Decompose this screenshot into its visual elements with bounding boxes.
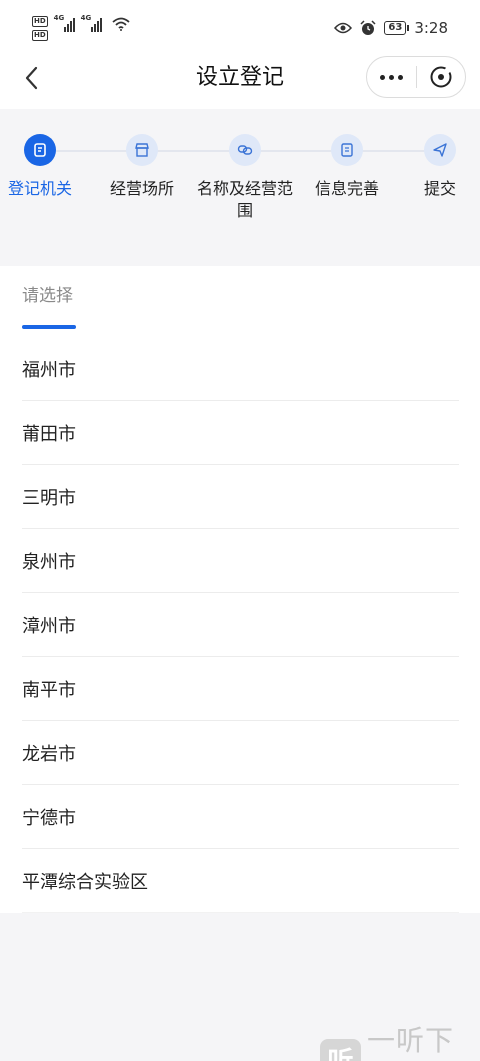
step-icon-circle xyxy=(331,134,363,166)
tab-active-indicator xyxy=(22,325,76,329)
step-icon-circle xyxy=(229,134,261,166)
step-label: 经营场所 xyxy=(109,179,174,198)
watermark: 听 一听下载 xyxy=(320,1019,480,1061)
hd-badge: HD xyxy=(32,30,48,41)
signal-icon: 4G xyxy=(81,14,102,32)
edit-document-icon xyxy=(341,143,353,157)
progress-steps: 登记机关 经营场所 名称及经营范围 信息完善 提交 xyxy=(0,110,480,266)
city-option[interactable]: 南平市 xyxy=(22,657,459,721)
step-icon-circle xyxy=(424,134,456,166)
city-option[interactable]: 漳州市 xyxy=(22,593,459,657)
status-bar: HD HD 4G 4G 63 3:28 xyxy=(0,0,480,56)
status-bar-right: 63 3:28 xyxy=(334,19,448,37)
step-label: 提交 xyxy=(423,179,456,198)
document-icon xyxy=(34,143,46,157)
step-label: 信息完善 xyxy=(314,179,379,198)
mini-program-capsule xyxy=(366,56,466,98)
city-option[interactable]: 福州市 xyxy=(22,337,459,401)
step-icon-circle xyxy=(126,134,158,166)
wifi-icon xyxy=(112,17,130,31)
clock: 3:28 xyxy=(414,19,448,37)
city-option[interactable]: 龙岩市 xyxy=(22,721,459,785)
city-selector-panel: 请选择 福州市 莆田市 三明市 泉州市 漳州市 南平市 龙岩市 宁德市 平潭综合… xyxy=(0,266,480,913)
city-option[interactable]: 莆田市 xyxy=(22,401,459,465)
link-icon xyxy=(237,145,253,155)
city-option[interactable]: 泉州市 xyxy=(22,529,459,593)
more-icon-dot xyxy=(380,74,385,80)
city-option[interactable]: 三明市 xyxy=(22,465,459,529)
step-info-completion[interactable]: 信息完善 xyxy=(297,134,397,200)
more-icon-dot xyxy=(389,74,394,80)
step-business-premises[interactable]: 经营场所 xyxy=(92,134,192,200)
shop-icon xyxy=(135,143,149,157)
signal-icon: 4G xyxy=(54,14,75,32)
alarm-icon xyxy=(360,20,376,35)
city-list: 福州市 莆田市 三明市 泉州市 漳州市 南平市 龙岩市 宁德市 平潭综合实验区 xyxy=(22,337,459,913)
close-button[interactable] xyxy=(417,56,465,98)
step-submit[interactable]: 提交 xyxy=(390,134,480,200)
hd-indicators: HD HD xyxy=(32,16,48,41)
step-icon-circle xyxy=(24,134,56,166)
nav-bar: 设立登记 xyxy=(0,56,480,109)
eye-icon xyxy=(334,22,353,34)
more-icon-dot xyxy=(398,74,403,80)
hd-badge: HD xyxy=(32,16,48,27)
step-registration-authority[interactable]: 登记机关 xyxy=(0,134,90,200)
city-option[interactable]: 宁德市 xyxy=(22,785,459,849)
battery-indicator: 63 xyxy=(384,21,410,35)
city-option[interactable]: 平潭综合实验区 xyxy=(22,849,459,913)
more-button[interactable] xyxy=(367,56,416,98)
tab-please-select[interactable]: 请选择 xyxy=(22,284,73,308)
watermark-logo: 听 xyxy=(320,1039,361,1061)
watermark-text: 一听下载 xyxy=(366,1024,454,1057)
close-circle-icon xyxy=(430,66,452,88)
status-bar-left: HD HD 4G 4G xyxy=(32,14,130,41)
step-name-and-scope[interactable]: 名称及经营范围 xyxy=(195,134,295,222)
step-label: 名称及经营范围 xyxy=(196,179,293,220)
send-icon xyxy=(433,143,447,157)
step-label: 登记机关 xyxy=(7,179,72,198)
